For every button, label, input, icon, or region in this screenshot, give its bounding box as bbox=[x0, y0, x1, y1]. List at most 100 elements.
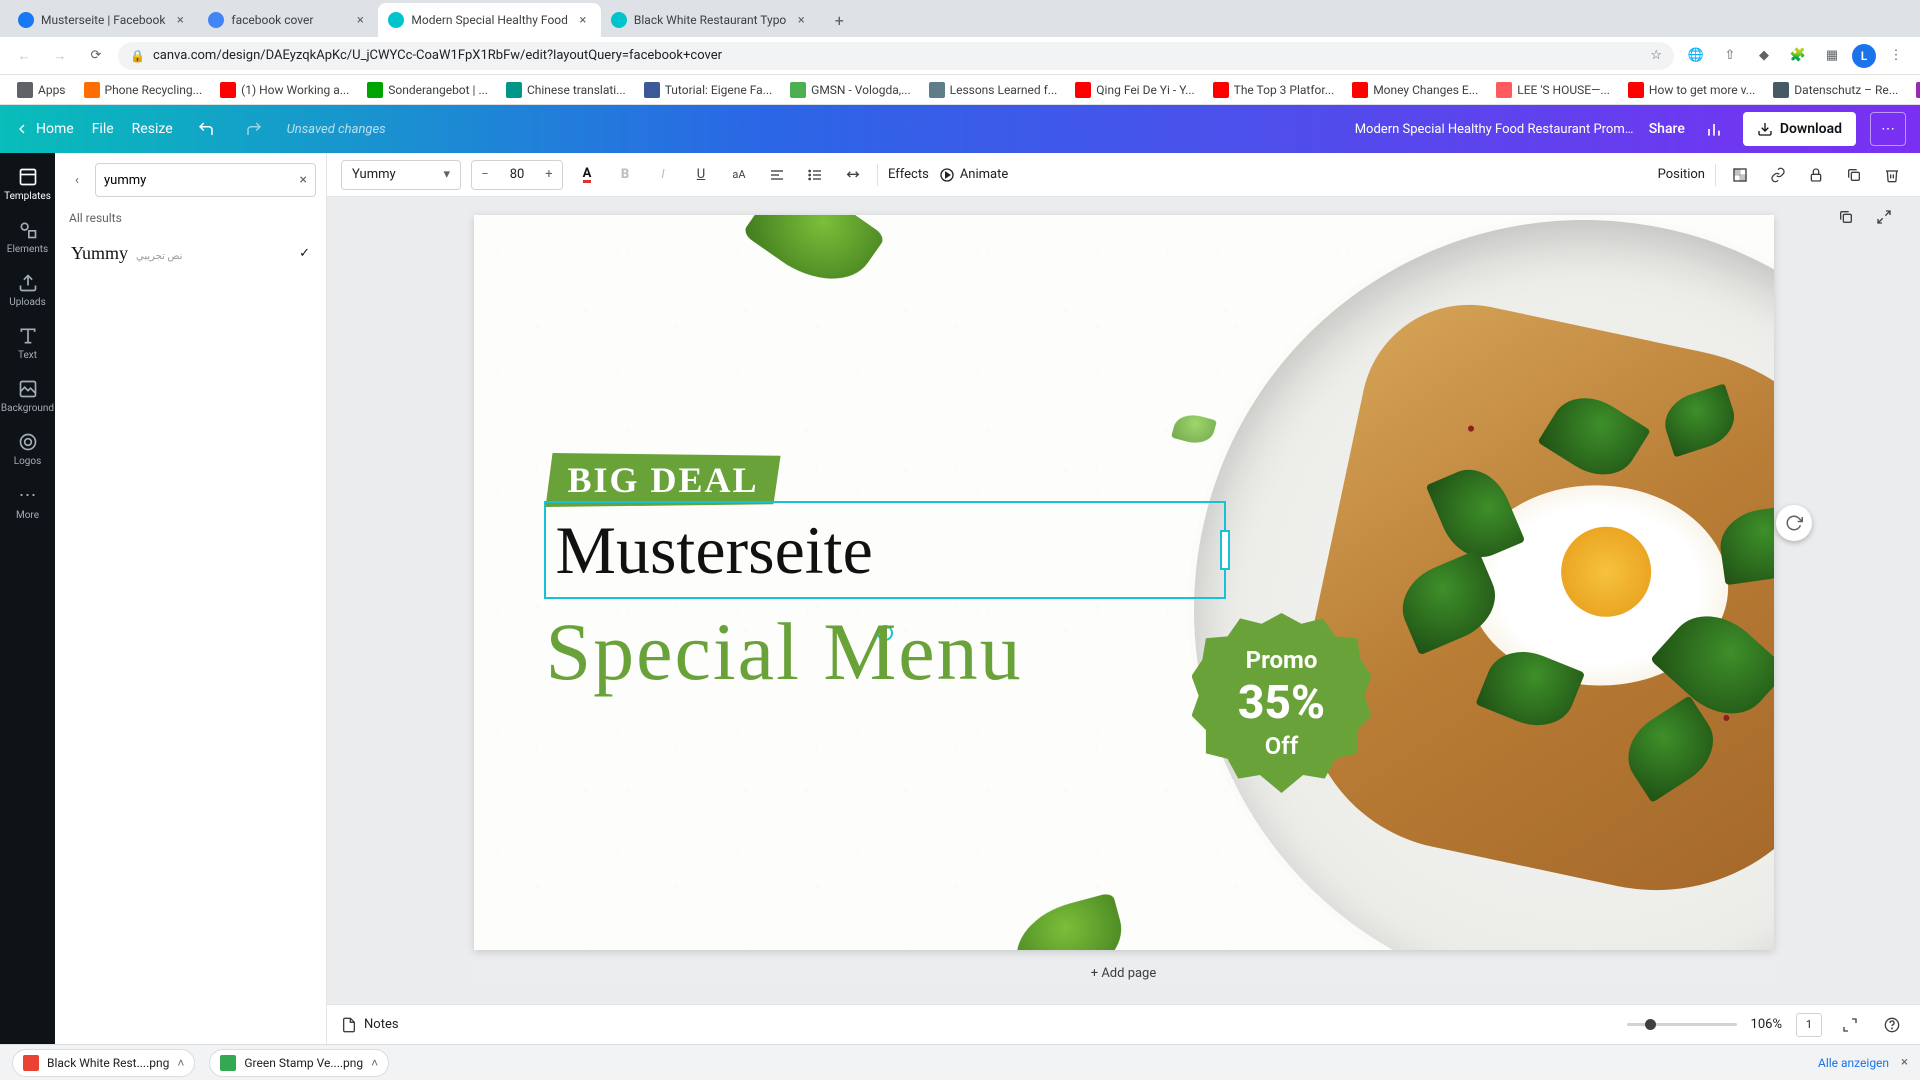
lock-icon[interactable] bbox=[1802, 161, 1830, 189]
design-name[interactable]: Modern Special Healthy Food Restaurant P… bbox=[1355, 122, 1635, 137]
tab-close-icon[interactable]: × bbox=[172, 12, 188, 28]
download-item[interactable]: Black White Rest....png ˄ bbox=[12, 1049, 195, 1077]
browser-tab[interactable]: facebook cover × bbox=[198, 3, 378, 37]
bookmark-item[interactable]: Tutorial: Eigene Fa... bbox=[637, 78, 779, 102]
file-menu[interactable]: File bbox=[92, 121, 114, 137]
bookmark-item[interactable]: The Top 3 Platfor... bbox=[1206, 78, 1342, 102]
position-button[interactable]: Position bbox=[1658, 167, 1705, 182]
rail-background[interactable]: Background bbox=[0, 371, 55, 422]
bookmark-item[interactable]: GMSN - Vologda,... bbox=[783, 78, 917, 102]
bookmark-apps[interactable]: Apps bbox=[10, 78, 73, 102]
forward-icon[interactable]: → bbox=[46, 42, 74, 70]
rail-uploads[interactable]: Uploads bbox=[0, 265, 55, 316]
rail-text[interactable]: Text bbox=[0, 318, 55, 369]
bookmark-item[interactable]: Qing Fei De Yi - Y... bbox=[1068, 78, 1201, 102]
notes-button[interactable]: Notes bbox=[341, 1017, 399, 1033]
align-button[interactable] bbox=[763, 161, 791, 189]
bookmark-item[interactable]: Sonderangebot | ... bbox=[360, 78, 495, 102]
share-button[interactable]: Share bbox=[1649, 121, 1685, 137]
italic-button[interactable]: I bbox=[649, 161, 677, 189]
resize-menu[interactable]: Resize bbox=[132, 121, 173, 137]
bookmark-item[interactable]: Student Wants an... bbox=[1909, 78, 1920, 102]
resize-handle[interactable] bbox=[1220, 530, 1230, 570]
design-canvas[interactable]: BIG DEAL Musterseite Special Menu Promo … bbox=[474, 215, 1774, 950]
delete-icon[interactable] bbox=[1878, 161, 1906, 189]
canvas-viewport[interactable]: BIG DEAL Musterseite Special Menu Promo … bbox=[327, 197, 1920, 1004]
page-indicator[interactable]: 1 bbox=[1796, 1013, 1822, 1037]
chevron-up-icon[interactable]: ˄ bbox=[371, 1056, 378, 1070]
undo-button[interactable] bbox=[191, 114, 221, 144]
translate-icon[interactable]: 🌐 bbox=[1682, 42, 1710, 70]
uppercase-button[interactable]: aA bbox=[725, 161, 753, 189]
more-menu-button[interactable]: ⋯ bbox=[1870, 112, 1906, 146]
title-text[interactable]: Musterseite bbox=[556, 511, 873, 590]
rail-logos[interactable]: Logos bbox=[0, 424, 55, 475]
animate-button[interactable]: Animate bbox=[939, 167, 1008, 183]
back-icon[interactable]: ← bbox=[10, 42, 38, 70]
add-page-button[interactable]: + Add page bbox=[474, 960, 1774, 986]
canvas-expand-icon[interactable] bbox=[1870, 203, 1898, 231]
download-button[interactable]: Download bbox=[1743, 112, 1856, 146]
star-icon[interactable]: ☆ bbox=[1650, 48, 1662, 63]
font-search-box[interactable]: × bbox=[95, 163, 316, 197]
show-all-downloads[interactable]: Alle anzeigen bbox=[1818, 1056, 1889, 1070]
bookmark-item[interactable]: Lessons Learned f... bbox=[922, 78, 1065, 102]
font-family-select[interactable]: Yummy ▾ bbox=[341, 160, 461, 190]
effects-button[interactable]: Effects bbox=[888, 167, 929, 182]
canvas-duplicate-icon[interactable] bbox=[1832, 203, 1860, 231]
duplicate-icon[interactable] bbox=[1840, 161, 1868, 189]
special-menu-text[interactable]: Special Menu bbox=[546, 605, 1023, 699]
font-result-row[interactable]: Yummyنص تجريبي ✓ bbox=[63, 233, 318, 274]
bookmark-item[interactable]: Datenschutz – Re... bbox=[1766, 78, 1905, 102]
insights-icon[interactable] bbox=[1699, 114, 1729, 144]
link-icon[interactable] bbox=[1764, 161, 1792, 189]
browser-menu-icon[interactable]: ⋮ bbox=[1882, 42, 1910, 70]
font-size-increase[interactable]: + bbox=[536, 167, 562, 182]
font-size-decrease[interactable]: − bbox=[472, 167, 498, 182]
chevron-up-icon[interactable]: ˄ bbox=[177, 1056, 184, 1070]
transparency-icon[interactable] bbox=[1726, 161, 1754, 189]
fullscreen-icon[interactable] bbox=[1836, 1011, 1864, 1039]
rail-elements[interactable]: Elements bbox=[0, 212, 55, 263]
download-item[interactable]: Green Stamp Ve....png ˄ bbox=[209, 1049, 389, 1077]
close-shelf-icon[interactable]: × bbox=[1901, 1055, 1908, 1070]
rail-more[interactable]: ⋯More bbox=[0, 477, 55, 529]
clear-search-icon[interactable]: × bbox=[300, 172, 307, 188]
font-size-value[interactable]: 80 bbox=[498, 167, 536, 182]
new-tab-button[interactable]: + bbox=[825, 6, 853, 34]
bookmark-item[interactable]: Money Changes E... bbox=[1345, 78, 1485, 102]
zoom-value[interactable]: 106% bbox=[1751, 1017, 1782, 1032]
tab-close-icon[interactable]: × bbox=[793, 12, 809, 28]
bookmark-item[interactable]: (1) How Working a... bbox=[213, 78, 356, 102]
tab-close-icon[interactable]: × bbox=[352, 12, 368, 28]
tab-close-icon[interactable]: × bbox=[575, 12, 591, 28]
text-color-button[interactable]: A bbox=[573, 161, 601, 189]
address-bar[interactable]: 🔒 canva.com/design/DAEyzqkApKc/U_jCWYCc-… bbox=[118, 42, 1674, 70]
underline-button[interactable]: U bbox=[687, 161, 715, 189]
bookmark-item[interactable]: LEE 'S HOUSE—... bbox=[1489, 78, 1617, 102]
help-icon[interactable] bbox=[1878, 1011, 1906, 1039]
extensions-puzzle-icon[interactable]: 🧩 bbox=[1784, 42, 1812, 70]
share-icon[interactable]: ⇧ bbox=[1716, 42, 1744, 70]
browser-tab-active[interactable]: Modern Special Healthy Food × bbox=[378, 3, 601, 37]
reload-icon[interactable]: ⟳ bbox=[82, 42, 110, 70]
browser-tab[interactable]: Black White Restaurant Typo × bbox=[601, 3, 819, 37]
extension-icon[interactable]: ◆ bbox=[1750, 42, 1778, 70]
selected-text-frame[interactable]: Musterseite bbox=[544, 501, 1226, 599]
bookmark-item[interactable]: How to get more v... bbox=[1621, 78, 1762, 102]
redo-button[interactable] bbox=[239, 114, 269, 144]
zoom-slider[interactable] bbox=[1627, 1023, 1737, 1026]
zoom-thumb[interactable] bbox=[1645, 1019, 1656, 1030]
bookmark-item[interactable]: Phone Recycling... bbox=[77, 78, 210, 102]
refresh-fab[interactable] bbox=[1776, 505, 1812, 541]
profile-avatar[interactable]: L bbox=[1852, 44, 1876, 68]
bold-button[interactable]: B bbox=[611, 161, 639, 189]
extension2-icon[interactable]: ▦ bbox=[1818, 42, 1846, 70]
home-button[interactable]: Home bbox=[14, 121, 74, 137]
font-search-input[interactable] bbox=[104, 173, 294, 188]
bookmark-item[interactable]: Chinese translati... bbox=[499, 78, 633, 102]
big-deal-tag[interactable]: BIG DEAL bbox=[546, 453, 781, 507]
spacing-button[interactable] bbox=[839, 161, 867, 189]
list-button[interactable] bbox=[801, 161, 829, 189]
browser-tab[interactable]: Musterseite | Facebook × bbox=[8, 3, 198, 37]
